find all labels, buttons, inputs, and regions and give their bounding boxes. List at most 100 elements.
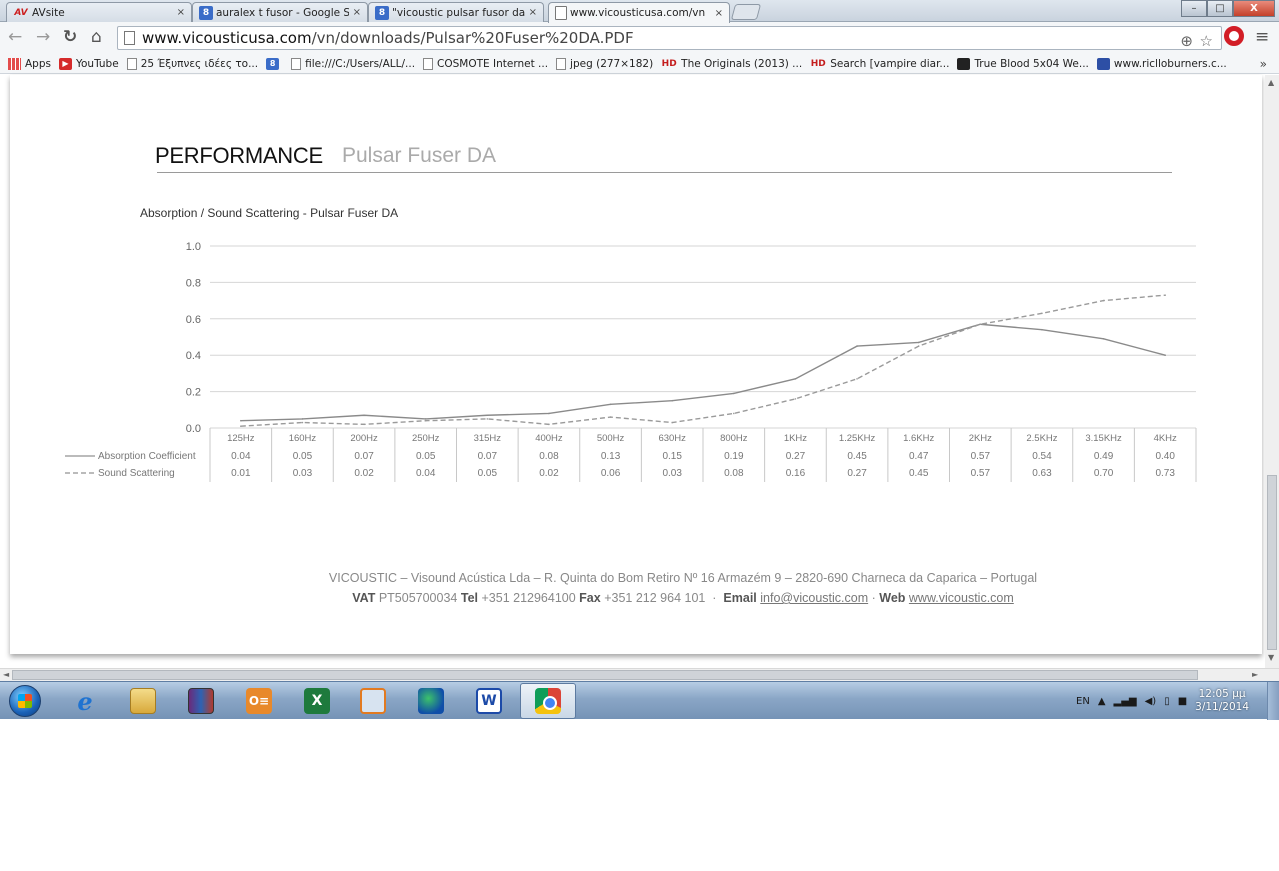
x-tick-label: 400Hz — [535, 433, 563, 444]
page-favicon-icon — [555, 6, 567, 20]
data-point — [486, 418, 489, 420]
x-tick-label: 2.5KHz — [1026, 433, 1057, 444]
desktop-screen: AV AVsite × 8 auralex t fusor - Google S… — [0, 0, 1279, 871]
word-icon: W — [476, 688, 502, 714]
data-point — [671, 421, 673, 424]
web-link[interactable]: www.vicoustic.com — [909, 591, 1014, 605]
y-tick-label: 0.2 — [186, 387, 201, 399]
taskbar-excel[interactable]: X — [302, 686, 332, 716]
data-point — [1102, 299, 1105, 302]
scroll-left-arrow-icon[interactable]: ◄ — [3, 670, 9, 679]
taskbar-globe[interactable] — [416, 686, 446, 716]
data-point — [548, 412, 550, 415]
show-desktop-button[interactable] — [1267, 682, 1279, 720]
company-address: VICOUSTIC – Visound Acústica Lda – R. Qu… — [328, 571, 1038, 585]
taskbar-media[interactable] — [358, 686, 388, 716]
data-value-label: 0.06 — [601, 468, 621, 479]
windows-logo-icon — [18, 694, 32, 708]
x-tick-label: 250Hz — [412, 433, 440, 444]
data-value-label: 0.63 — [1032, 468, 1052, 479]
data-value-label: 0.40 — [1155, 451, 1175, 462]
data-value-label: 0.04 — [231, 451, 251, 462]
data-value-label: 0.03 — [293, 468, 313, 479]
x-tick-label: 4KHz — [1154, 433, 1177, 444]
winrar-icon — [188, 688, 214, 714]
globe-icon — [418, 688, 444, 714]
x-tick-label: 315Hz — [474, 433, 502, 444]
tab-close-icon[interactable]: × — [715, 8, 723, 19]
y-tick-label: 0.8 — [186, 277, 201, 289]
clock-time: 12:05 μμ — [1198, 688, 1246, 700]
web-label: Web — [879, 591, 906, 605]
clock-date: 3/11/2014 — [1195, 701, 1249, 713]
excel-icon: X — [304, 688, 330, 714]
data-point — [424, 418, 427, 420]
email-link[interactable]: info@vicoustic.com — [760, 591, 868, 605]
data-value-label: 0.70 — [1094, 468, 1114, 479]
data-value-label: 0.08 — [539, 451, 559, 462]
volume-icon[interactable]: ◀) — [1145, 696, 1157, 707]
data-point — [733, 392, 735, 395]
data-value-label: 0.27 — [847, 468, 867, 479]
x-tick-label: 1.6KHz — [903, 433, 934, 444]
data-value-label: 0.13 — [601, 451, 621, 462]
y-tick-label: 1.0 — [186, 241, 201, 253]
vat-label: VAT — [352, 591, 376, 605]
taskbar-people[interactable]: O≡ — [244, 686, 274, 716]
data-point — [486, 414, 489, 417]
data-value-label: 0.57 — [971, 468, 991, 479]
data-value-label: 0.05 — [416, 451, 436, 462]
taskbar-chrome[interactable] — [520, 683, 576, 719]
people-icon: O≡ — [246, 688, 272, 714]
taskbar-internet-explorer[interactable]: e — [70, 686, 100, 716]
data-point — [917, 341, 920, 344]
scroll-right-arrow-icon[interactable]: ► — [1252, 670, 1258, 679]
y-tick-label: 0.0 — [186, 423, 201, 435]
media-icon — [360, 688, 386, 714]
data-point — [1041, 328, 1043, 331]
taskbar-file-explorer[interactable] — [128, 686, 158, 716]
horizontal-scroll-thumb[interactable] — [12, 670, 1198, 680]
legend-label: Sound Scattering — [98, 468, 175, 479]
data-point — [240, 425, 242, 427]
tray-expand-icon[interactable]: ▲ — [1098, 696, 1106, 707]
system-tray: EN ▲ ▂▄▆ ◀) ▯ ■ 12:05 μμ 3/11/2014 — [1076, 682, 1267, 720]
clock[interactable]: 12:05 μμ 3/11/2014 — [1195, 688, 1249, 714]
language-indicator[interactable]: EN — [1076, 696, 1090, 707]
flag-notification-icon[interactable]: ■ — [1178, 696, 1187, 707]
data-value-label: 0.04 — [416, 468, 436, 479]
network-signal-icon[interactable]: ▂▄▆ — [1114, 696, 1137, 707]
data-point — [301, 421, 304, 424]
data-point — [424, 419, 427, 422]
x-tick-label: 800Hz — [720, 433, 748, 444]
y-tick-label: 0.4 — [186, 350, 201, 362]
taskbar-word[interactable]: W — [474, 686, 504, 716]
tel-label: Tel — [460, 591, 478, 605]
data-value-label: 0.16 — [786, 468, 806, 479]
absorption-line — [240, 323, 1166, 422]
horizontal-scrollbar[interactable]: ◄ ► — [0, 668, 1279, 681]
fax-label: Fax — [579, 591, 601, 605]
company-contacts: VAT PT505700034 Tel +351 212964100 Fax +… — [352, 591, 1014, 605]
data-value-label: 0.57 — [971, 451, 991, 462]
data-point — [917, 345, 920, 347]
data-point — [856, 378, 858, 380]
data-point — [979, 323, 982, 326]
taskbar-winrar[interactable] — [186, 686, 216, 716]
data-point — [363, 414, 365, 417]
data-value-label: 0.05 — [478, 468, 498, 479]
data-point — [609, 403, 612, 406]
start-button[interactable] — [9, 685, 41, 717]
data-value-label: 0.54 — [1032, 451, 1052, 462]
data-value-label: 0.15 — [662, 451, 682, 462]
data-value-label: 0.08 — [724, 468, 744, 479]
tab-vicousticusa-pdf[interactable]: www.vicousticusa.com/vn × — [548, 2, 730, 23]
battery-icon[interactable]: ▯ — [1164, 696, 1170, 707]
data-point — [1164, 294, 1166, 296]
absorption-scattering-chart: 1.0 0.8 0.6 0.4 0.2 0.0 125Hz 160Hz 200Hz 250Hz 31… — [65, 241, 1197, 482]
x-tick-label: 1KHz — [784, 433, 807, 444]
data-value-label: 0.07 — [354, 451, 374, 462]
data-value-label: 0.45 — [909, 468, 929, 479]
data-value-label: 0.47 — [909, 451, 929, 462]
windows-taskbar: e O≡ X W EN ▲ ▂▄▆ ◀) ▯ ■ 12:05 μμ 3/11/2… — [0, 681, 1279, 720]
